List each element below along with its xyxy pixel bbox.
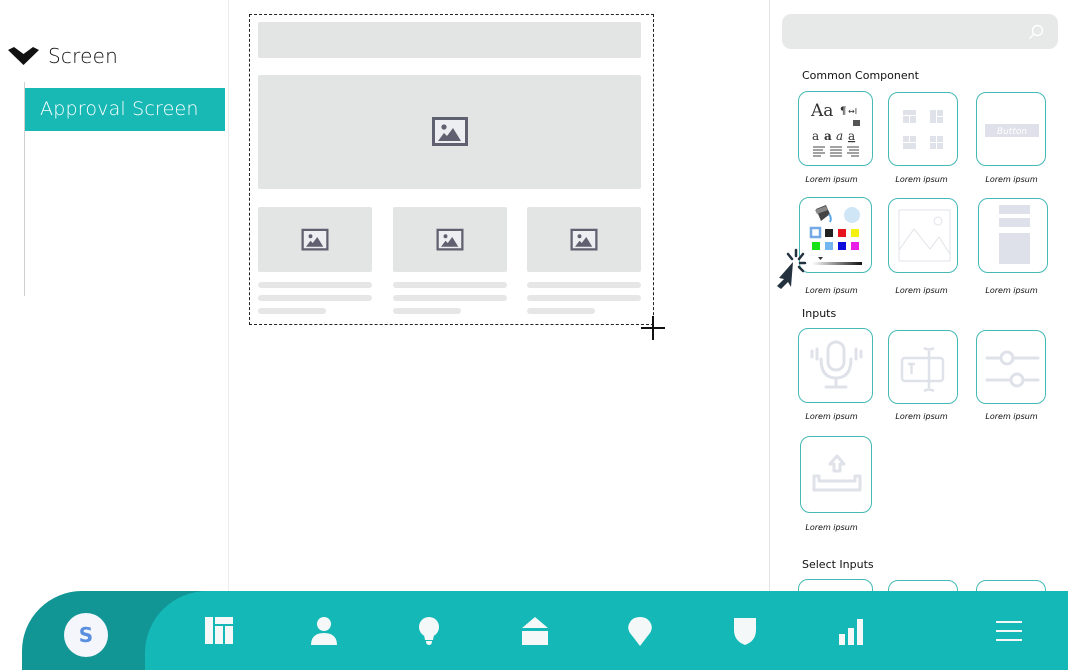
bar-chart-icon[interactable] bbox=[835, 615, 867, 647]
section-title-select-inputs: Select Inputs bbox=[802, 558, 874, 571]
text-line-placeholder bbox=[393, 308, 461, 314]
tree-node-screen[interactable]: Screen bbox=[8, 44, 118, 68]
tile-caption: Lorem ipsum bbox=[985, 175, 1038, 184]
component-tile-text-input[interactable] bbox=[888, 330, 958, 404]
tree-node-label: Screen bbox=[48, 44, 118, 68]
crosshair-cursor-icon bbox=[641, 316, 665, 340]
chevron-down-icon bbox=[8, 47, 39, 65]
tile-caption: Lorem ipsum bbox=[805, 175, 858, 184]
image-icon bbox=[436, 228, 464, 250]
component-tile-voice-input[interactable] bbox=[798, 328, 873, 403]
pointer-click-cursor-icon bbox=[777, 248, 807, 289]
design-canvas[interactable] bbox=[230, 0, 768, 592]
component-tile-typography[interactable]: Aa ¶ ↔I a a a a bbox=[798, 91, 873, 166]
section-title-common-component: Common Component bbox=[802, 69, 919, 82]
tree-node-approval-screen[interactable]: Approval Screen bbox=[25, 88, 225, 131]
component-tile-button[interactable]: Button bbox=[976, 92, 1046, 166]
svg-text:¶: ¶ bbox=[840, 106, 846, 117]
tile-caption: Lorem ipsum bbox=[805, 523, 858, 532]
image-placeholder-icon bbox=[898, 209, 951, 262]
image-icon bbox=[301, 228, 329, 250]
home-icon[interactable] bbox=[519, 615, 551, 647]
component-library-panel: Common Component Aa ¶ ↔I a a a a Lorem i… bbox=[769, 0, 1068, 592]
nav-main-section bbox=[145, 591, 1068, 670]
slider-icon bbox=[985, 350, 1040, 388]
component-tile-layout[interactable] bbox=[888, 92, 958, 166]
component-tile-slider[interactable] bbox=[976, 330, 1046, 404]
text-line-placeholder bbox=[527, 308, 595, 314]
microphone-icon bbox=[810, 340, 863, 389]
text-line-placeholder bbox=[527, 295, 641, 301]
svg-text:↔I: ↔I bbox=[848, 107, 857, 116]
map-pin-icon[interactable] bbox=[624, 615, 656, 647]
text-line-placeholder bbox=[527, 282, 641, 288]
hero-image-placeholder[interactable] bbox=[258, 75, 641, 189]
component-search-input[interactable] bbox=[782, 14, 1058, 49]
card-image-placeholder-3[interactable] bbox=[527, 207, 641, 272]
hamburger-menu-icon[interactable] bbox=[993, 615, 1025, 647]
tile-caption: Lorem ipsum bbox=[985, 286, 1038, 295]
header-placeholder[interactable] bbox=[258, 22, 641, 58]
text-line-placeholder bbox=[258, 308, 326, 314]
svg-text:a: a bbox=[836, 129, 843, 143]
tile-caption: Lorem ipsum bbox=[805, 412, 858, 421]
tile-caption: Lorem ipsum bbox=[985, 412, 1038, 421]
upload-icon bbox=[812, 454, 862, 492]
text-line-placeholder bbox=[393, 282, 507, 288]
search-icon[interactable] bbox=[1028, 24, 1044, 40]
text-line-placeholder bbox=[258, 282, 372, 288]
avatar[interactable]: S bbox=[64, 613, 108, 657]
svg-text:Button: Button bbox=[997, 127, 1027, 137]
button-icon: Button bbox=[985, 124, 1039, 137]
text-line-placeholder bbox=[258, 295, 372, 301]
shield-icon[interactable] bbox=[729, 615, 761, 647]
card-image-placeholder-1[interactable] bbox=[258, 207, 372, 272]
screen-tree-panel: Screen Approval Screen bbox=[0, 0, 229, 592]
component-tile-image[interactable] bbox=[888, 198, 958, 273]
text-line-placeholder bbox=[393, 295, 507, 301]
image-icon bbox=[570, 228, 598, 250]
user-icon[interactable] bbox=[308, 615, 340, 647]
svg-text:a: a bbox=[812, 129, 819, 143]
component-tile-upload[interactable] bbox=[800, 436, 872, 513]
svg-text:Aa: Aa bbox=[810, 101, 833, 121]
tile-caption: Lorem ipsum bbox=[895, 175, 948, 184]
svg-text:a: a bbox=[848, 129, 855, 143]
text-input-icon bbox=[900, 346, 945, 393]
svg-text:a: a bbox=[824, 129, 832, 143]
tile-caption: Lorem ipsum bbox=[895, 412, 948, 421]
dashboard-icon[interactable] bbox=[203, 615, 235, 647]
image-icon bbox=[431, 117, 468, 146]
section-title-inputs: Inputs bbox=[802, 307, 837, 320]
lightbulb-icon[interactable] bbox=[413, 615, 445, 647]
card-image-placeholder-2[interactable] bbox=[393, 207, 507, 272]
bottom-navigation-bar: S bbox=[22, 591, 1068, 670]
typography-icon: Aa ¶ ↔I a a a a bbox=[810, 101, 860, 157]
form-layout-icon bbox=[999, 205, 1030, 264]
layout-grid-icon bbox=[903, 110, 943, 149]
tile-caption: Lorem ipsum bbox=[895, 286, 948, 295]
component-tile-form[interactable] bbox=[978, 198, 1048, 273]
